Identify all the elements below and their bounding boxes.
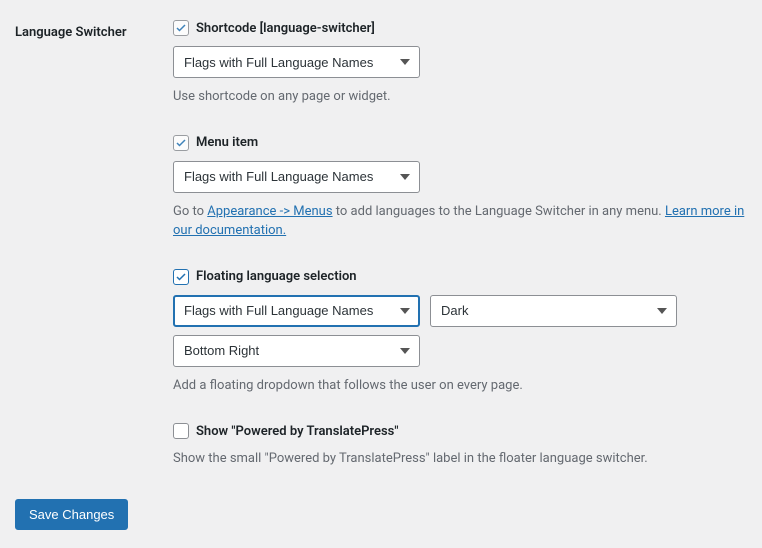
shortcode-checkbox-line: Shortcode [language-switcher] xyxy=(173,20,747,36)
floating-position-select[interactable]: Bottom Right xyxy=(173,335,420,367)
section-label-col: Language Switcher xyxy=(15,20,173,40)
shortcode-checkbox[interactable] xyxy=(173,20,189,36)
poweredby-description: Show the small "Powered by TranslatePres… xyxy=(173,449,747,469)
floating-description: Add a floating dropdown that follows the… xyxy=(173,376,747,396)
menuitem-checkbox[interactable] xyxy=(173,135,189,151)
menuitem-group: Menu item Flags with Full Language Names… xyxy=(173,135,747,241)
appearance-menus-link[interactable]: Appearance -> Menus xyxy=(207,204,332,219)
floating-checkbox[interactable] xyxy=(173,269,189,285)
floating-style-select-wrap: Flags with Full Language Names xyxy=(173,295,420,327)
poweredby-checkbox-line: Show "Powered by TranslatePress" xyxy=(173,423,747,439)
poweredby-group: Show "Powered by TranslatePress" Show th… xyxy=(173,423,747,469)
check-icon xyxy=(175,271,187,283)
floating-checkbox-line: Floating language selection xyxy=(173,269,747,285)
floating-theme-select[interactable]: Dark xyxy=(430,295,677,327)
floating-label: Floating language selection xyxy=(196,269,357,284)
menuitem-checkbox-line: Menu item xyxy=(173,135,747,151)
content-col: Shortcode [language-switcher] Flags with… xyxy=(173,20,747,469)
floating-selects-row: Flags with Full Language Names Dark xyxy=(173,295,747,327)
menuitem-description: Go to Appearance -> Menus to add languag… xyxy=(173,202,747,241)
menuitem-desc-middle: to add languages to the Language Switche… xyxy=(333,204,665,219)
language-switcher-section: Language Switcher Shortcode [language-sw… xyxy=(15,20,747,469)
poweredby-label: Show "Powered by TranslatePress" xyxy=(196,424,399,439)
shortcode-label: Shortcode [language-switcher] xyxy=(196,21,375,36)
shortcode-description: Use shortcode on any page or widget. xyxy=(173,87,747,107)
shortcode-select[interactable]: Flags with Full Language Names xyxy=(173,46,420,78)
shortcode-group: Shortcode [language-switcher] Flags with… xyxy=(173,20,747,107)
menuitem-select-wrap: Flags with Full Language Names xyxy=(173,161,420,193)
floating-theme-select-wrap: Dark xyxy=(430,295,677,327)
section-title: Language Switcher xyxy=(15,25,173,40)
save-changes-button[interactable]: Save Changes xyxy=(15,499,128,530)
poweredby-checkbox[interactable] xyxy=(173,423,189,439)
floating-group: Floating language selection Flags with F… xyxy=(173,269,747,396)
floating-style-select[interactable]: Flags with Full Language Names xyxy=(173,295,420,327)
check-icon xyxy=(175,137,187,149)
menuitem-select[interactable]: Flags with Full Language Names xyxy=(173,161,420,193)
menuitem-label: Menu item xyxy=(196,135,258,150)
check-icon xyxy=(175,22,187,34)
floating-position-select-wrap: Bottom Right xyxy=(173,335,420,367)
menuitem-desc-prefix: Go to xyxy=(173,204,207,219)
shortcode-select-wrap: Flags with Full Language Names xyxy=(173,46,420,78)
